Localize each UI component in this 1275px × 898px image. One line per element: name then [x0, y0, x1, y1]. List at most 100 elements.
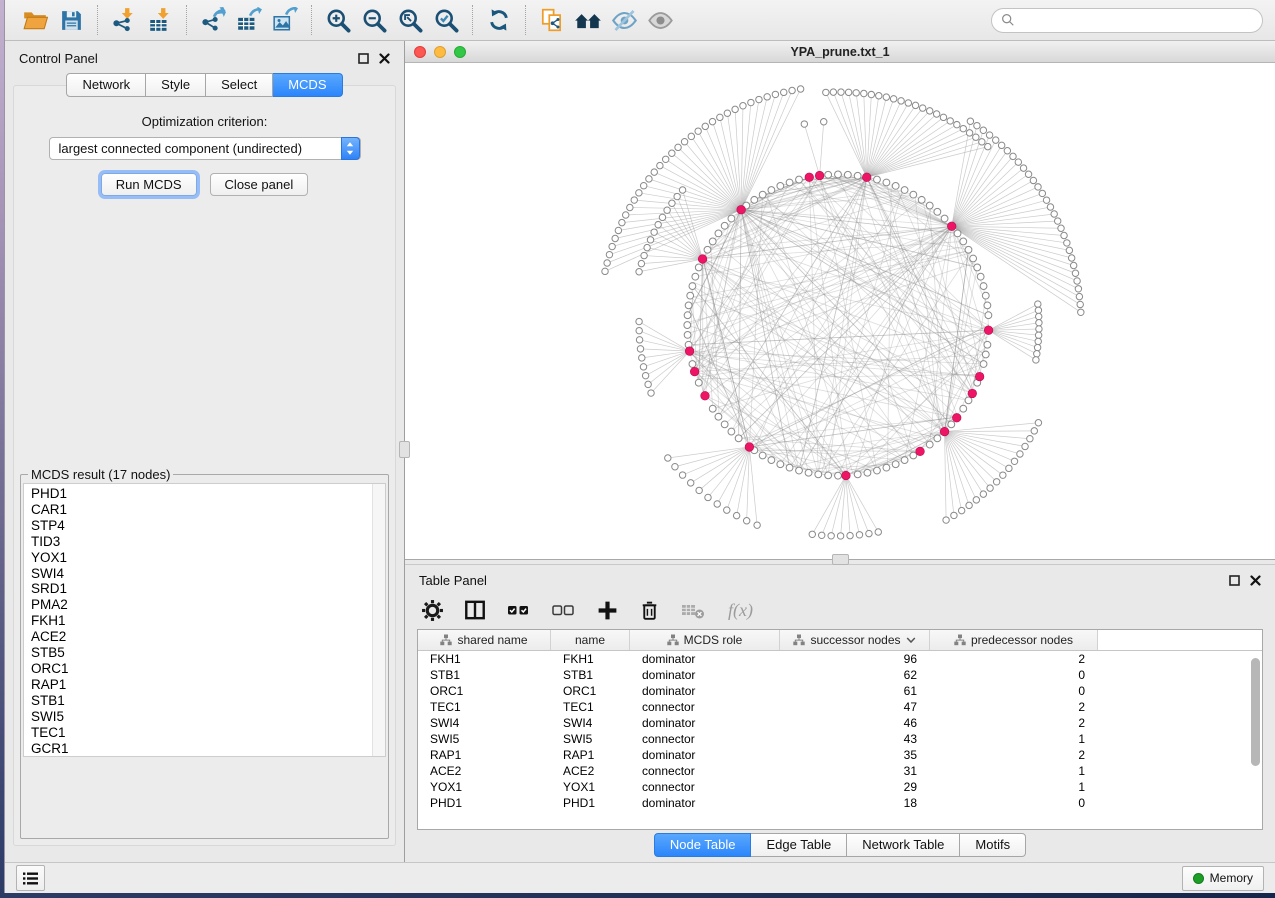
column-header-predecessor-nodes[interactable]: predecessor nodes	[930, 630, 1098, 650]
zoom-out-button[interactable]	[356, 4, 392, 36]
close-panel-button[interactable]	[379, 53, 390, 64]
export-image-button[interactable]	[267, 4, 303, 36]
network-canvas[interactable]	[405, 63, 1275, 559]
toolbar-separator	[311, 5, 312, 35]
result-node[interactable]: TEC1	[31, 725, 371, 741]
empty-space	[14, 196, 395, 467]
column-header-successor-nodes[interactable]: successor nodes	[780, 630, 930, 650]
import-network-button[interactable]	[106, 4, 142, 36]
float-panel-button[interactable]	[358, 53, 369, 64]
horizontal-splitter[interactable]	[405, 559, 1275, 565]
zoom-fit-button[interactable]	[392, 4, 428, 36]
zoom-in-icon	[325, 7, 352, 34]
control-panel: Control Panel NetworkStyleSelectMCDS Opt…	[5, 41, 405, 862]
close-panel-button-mcds[interactable]: Close panel	[210, 173, 309, 196]
result-node[interactable]: YOX1	[31, 550, 371, 566]
tab-motifs[interactable]: Motifs	[960, 833, 1026, 857]
result-node[interactable]: FKH1	[31, 613, 371, 629]
result-node[interactable]: STB1	[31, 693, 371, 709]
memory-button[interactable]: Memory	[1182, 866, 1264, 891]
tab-node-table[interactable]: Node Table	[654, 833, 752, 857]
column-type-icon	[954, 634, 966, 646]
result-node[interactable]: CAR1	[31, 502, 371, 518]
result-node[interactable]: STB5	[31, 645, 371, 661]
first-neighbors-button[interactable]	[570, 4, 606, 36]
svg-text:f(x): f(x)	[728, 600, 753, 621]
delete-table-button[interactable]	[680, 599, 707, 621]
mcds-tab-content: Optimization criterion: largest connecte…	[13, 85, 396, 846]
close-table-panel-button[interactable]	[1250, 575, 1261, 586]
tab-style[interactable]: Style	[146, 73, 206, 97]
result-node[interactable]: ORC1	[31, 661, 371, 677]
result-node[interactable]: ACE2	[31, 629, 371, 645]
run-mcds-button[interactable]: Run MCDS	[101, 173, 197, 196]
horizontal-splitter-handle[interactable]	[832, 554, 849, 565]
show-all-button[interactable]	[642, 4, 678, 36]
tab-edge-table[interactable]: Edge Table	[751, 833, 847, 857]
table-row[interactable]: ACE2ACE2connector311	[418, 763, 1262, 779]
result-node[interactable]: STP4	[31, 518, 371, 534]
result-node[interactable]: GCR1	[31, 741, 371, 757]
column-header-MCDS-role[interactable]: MCDS role	[630, 630, 780, 650]
result-node[interactable]: TID3	[31, 534, 371, 550]
export-table-button[interactable]	[231, 4, 267, 36]
table-row[interactable]: SWI5SWI5connector431	[418, 731, 1262, 747]
table-header: shared namenameMCDS rolesuccessor nodesp…	[418, 630, 1262, 651]
result-node[interactable]: PMA2	[31, 597, 371, 613]
deselect-all-button[interactable]	[551, 599, 577, 621]
result-node[interactable]: PHD1	[31, 486, 371, 502]
delete-column-button[interactable]	[638, 599, 661, 622]
optimization-criterion-value: largest connected component (undirected)	[59, 141, 303, 156]
zoom-in-button[interactable]	[320, 4, 356, 36]
tab-mcds[interactable]: MCDS	[273, 73, 342, 97]
window-zoom-button[interactable]	[454, 46, 466, 58]
table-row[interactable]: RAP1RAP1dominator352	[418, 747, 1262, 763]
open-button[interactable]	[17, 4, 53, 36]
import-table-button[interactable]	[142, 4, 178, 36]
table-row[interactable]: ORC1ORC1dominator610	[418, 683, 1262, 699]
window-minimize-button[interactable]	[434, 46, 446, 58]
tab-network-table[interactable]: Network Table	[847, 833, 960, 857]
result-node[interactable]: SWI4	[31, 566, 371, 582]
table-panel-title: Table Panel	[419, 573, 487, 588]
table-row[interactable]: FKH1FKH1dominator962	[418, 651, 1262, 667]
control-tabs: NetworkStyleSelectMCDS	[5, 73, 404, 97]
table-row[interactable]: STB1STB1dominator620	[418, 667, 1262, 683]
mcds-result-group: MCDS result (17 nodes) PHD1CAR1STP4TID3Y…	[20, 467, 389, 839]
table-row[interactable]: YOX1YOX1connector291	[418, 779, 1262, 795]
column-header-name[interactable]: name	[551, 630, 630, 650]
optimization-criterion-select[interactable]: largest connected component (undirected)	[49, 137, 361, 160]
hide-selected-button[interactable]	[606, 4, 642, 36]
function-builder-button[interactable]: f(x)	[726, 598, 764, 622]
toolbar-separator	[472, 5, 473, 35]
show-all-icon	[647, 7, 674, 34]
tab-network[interactable]: Network	[66, 73, 146, 97]
table-row[interactable]: TEC1TEC1connector472	[418, 699, 1262, 715]
select-all-button[interactable]	[506, 599, 532, 621]
result-list-scrollbar[interactable]	[372, 484, 385, 756]
task-history-button[interactable]	[16, 865, 45, 891]
vertical-splitter-handle[interactable]	[399, 441, 410, 458]
refresh-button[interactable]	[481, 4, 517, 36]
table-settings-button[interactable]	[421, 599, 444, 622]
import-network-icon	[111, 7, 137, 33]
window-close-button[interactable]	[414, 46, 426, 58]
column-header-shared-name[interactable]: shared name	[418, 630, 551, 650]
column-type-icon	[440, 634, 452, 646]
float-table-panel-button[interactable]	[1229, 575, 1240, 586]
zoom-selected-button[interactable]	[428, 4, 464, 36]
zoom-fit-icon	[397, 7, 424, 34]
result-node[interactable]: SWI5	[31, 709, 371, 725]
export-network-button[interactable]	[195, 4, 231, 36]
tab-select[interactable]: Select	[206, 73, 273, 97]
duplicate-network-button[interactable]	[534, 4, 570, 36]
result-node[interactable]: RAP1	[31, 677, 371, 693]
search-input[interactable]	[1021, 13, 1253, 27]
save-button[interactable]	[53, 4, 89, 36]
table-scrollbar[interactable]	[1251, 658, 1260, 766]
table-row[interactable]: PHD1PHD1dominator180	[418, 795, 1262, 811]
split-view-button[interactable]	[463, 598, 487, 622]
add-column-button[interactable]	[596, 599, 619, 622]
table-row[interactable]: SWI4SWI4dominator462	[418, 715, 1262, 731]
result-node[interactable]: SRD1	[31, 581, 371, 597]
